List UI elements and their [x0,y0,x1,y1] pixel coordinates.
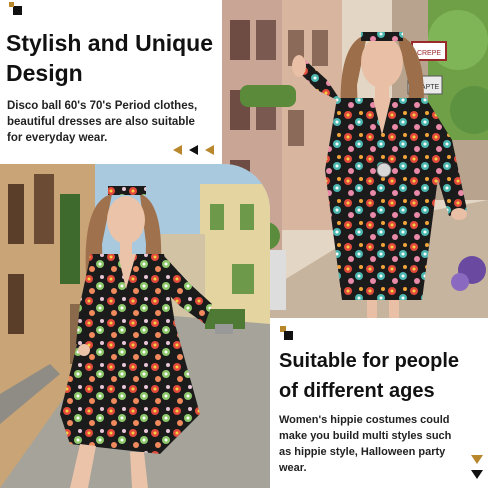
bottom-text-panel: Suitable for people of different ages Wo… [270,318,488,488]
model-bottom [60,186,212,488]
model-top [292,32,467,318]
top-text-panel: Stylish and Unique Design Disco ball 60'… [0,0,222,164]
bottom-desc-line1: Women's hippie costumes could [279,414,450,426]
bottom-desc-line4: wear. [279,462,307,474]
bottom-title-line1: Suitable for people [279,350,460,372]
decor-arrows-down [471,455,483,479]
top-desc-line1: Disco ball 60's 70's Period clothes, [7,100,198,112]
decor-square-gold [9,2,14,7]
decor-arrows [173,145,214,155]
bottom-desc-line3: as hippie style, Halloween party [279,446,446,458]
top-title-line2: Design [6,60,83,86]
top-desc-line2: beautiful dresses are also suitable [7,116,195,128]
top-title-line1: Stylish and Unique [6,30,214,56]
photo-street-bottom [0,164,270,488]
decor-square-black-2 [284,331,293,340]
decor-square-black [13,6,22,15]
bottom-desc-line2: make you build multi styles such [279,430,452,442]
bottom-title-line2: of different ages [279,380,435,402]
top-desc-line3: for everyday wear. [7,132,108,144]
